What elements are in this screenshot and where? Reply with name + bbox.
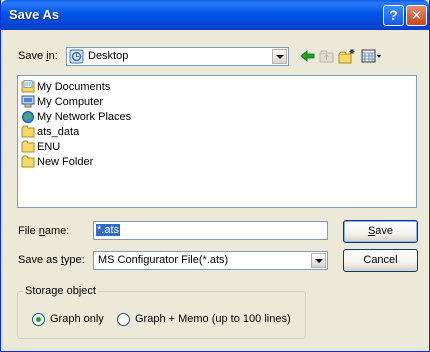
file-name-text: My Documents xyxy=(37,80,111,93)
file-name-text: ats_data xyxy=(37,125,80,138)
cancel-button[interactable]: Cancel xyxy=(343,249,418,272)
save-in-value: Desktop xyxy=(88,50,129,62)
back-button[interactable] xyxy=(300,47,316,65)
close-icon: ✕ xyxy=(410,7,423,23)
up-folder-button[interactable] xyxy=(319,47,335,65)
views-menu-icon xyxy=(361,49,381,63)
graph-only-radio[interactable] xyxy=(32,313,45,326)
graph-memo-label[interactable]: Graph + Memo (up to 100 lines) xyxy=(135,313,291,325)
folder-icon xyxy=(21,155,35,168)
list-item[interactable]: ats_data xyxy=(21,124,79,139)
help-button[interactable]: ? xyxy=(383,5,404,26)
graph-only-label[interactable]: Graph only xyxy=(50,313,104,325)
file-name-text: My Network Places xyxy=(37,110,132,123)
close-button[interactable]: ✕ xyxy=(406,5,427,26)
list-item[interactable]: My Documents xyxy=(21,79,110,94)
my-documents-icon xyxy=(21,80,35,93)
back-arrow-icon xyxy=(300,50,315,62)
dialog-title: Save As xyxy=(9,7,60,22)
chevron-down-icon[interactable] xyxy=(272,49,287,64)
my-computer-icon xyxy=(21,95,35,108)
save-button[interactable]: Save xyxy=(343,220,418,243)
list-item[interactable]: New Folder xyxy=(21,154,93,169)
storage-object-title: Storage object xyxy=(23,285,98,297)
file-name-text: My Computer xyxy=(37,95,104,108)
new-folder-button[interactable] xyxy=(338,47,356,65)
save-in-label: Save in: xyxy=(18,50,58,62)
save-in-dropdown[interactable]: Desktop xyxy=(66,47,289,66)
views-menu-button[interactable] xyxy=(361,47,383,65)
graph-memo-radio[interactable] xyxy=(117,313,130,326)
save-type-value: MS Configurator File(*.ats) xyxy=(98,254,229,266)
desktop-icon xyxy=(69,49,84,67)
save-as-dialog: Save As ? ✕ Save in: Desktop My Document… xyxy=(0,0,430,352)
file-name-text: ENU xyxy=(37,140,61,153)
file-name-text: New Folder xyxy=(37,155,94,168)
list-item[interactable]: ENU xyxy=(21,139,60,154)
folder-icon xyxy=(21,140,35,153)
help-icon: ? xyxy=(389,7,398,23)
file-name-value: *.ats xyxy=(96,224,121,236)
save-type-dropdown[interactable]: MS Configurator File(*.ats) xyxy=(93,251,328,270)
folder-icon xyxy=(21,125,35,138)
network-places-icon xyxy=(21,110,35,123)
new-folder-icon xyxy=(338,49,355,64)
list-item[interactable]: My Network Places xyxy=(21,109,131,124)
file-name-input[interactable]: *.ats xyxy=(93,221,328,240)
save-type-label: Save as type: xyxy=(18,254,85,266)
chevron-down-icon[interactable] xyxy=(311,253,326,268)
file-list[interactable]: My Documents My Computer My Network Plac… xyxy=(17,75,417,208)
title-bar[interactable]: Save As ? ✕ xyxy=(1,0,429,30)
list-item[interactable]: My Computer xyxy=(21,94,103,109)
up-folder-icon xyxy=(319,50,334,63)
file-name-label: File name: xyxy=(18,225,70,237)
